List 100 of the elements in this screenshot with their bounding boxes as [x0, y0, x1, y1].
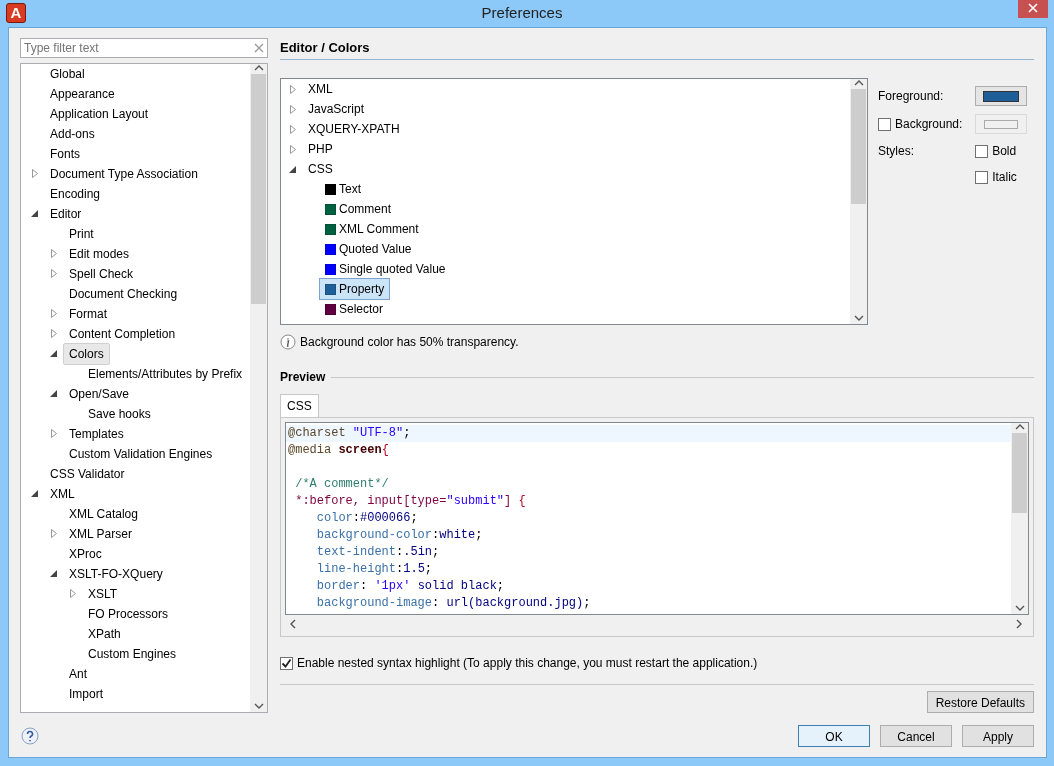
- style-option-label: Bold: [992, 143, 1017, 160]
- collapse-icon[interactable]: [50, 570, 57, 577]
- tree-item[interactable]: Elements/Attributes by Prefix: [82, 362, 249, 385]
- foreground-color-button[interactable]: [975, 86, 1028, 106]
- color-item[interactable]: Quoted Value: [319, 238, 418, 260]
- tree-item[interactable]: Format: [63, 302, 113, 325]
- expand-icon[interactable]: [50, 329, 57, 338]
- color-item[interactable]: Text: [319, 178, 367, 200]
- collapse-icon[interactable]: [50, 350, 57, 357]
- expand-icon[interactable]: [50, 529, 57, 538]
- code-line: /*A comment*/: [294, 476, 390, 493]
- tree-item[interactable]: Ant: [63, 662, 93, 685]
- code-line: border: '1px' solid black;: [315, 578, 506, 595]
- dialog-button[interactable]: OK: [798, 725, 870, 747]
- tree-item[interactable]: Content Completion: [63, 322, 182, 345]
- tree-item[interactable]: Document Type Association: [44, 162, 204, 185]
- checkbox[interactable]: [878, 117, 891, 131]
- checkbox[interactable]: [280, 656, 293, 670]
- close-button[interactable]: [1018, 0, 1048, 19]
- checkbox-label: Enable nested syntax highlight (To apply this change, you must restart the application.): [297, 655, 758, 672]
- color-item[interactable]: Selector: [319, 298, 390, 320]
- color-item[interactable]: Single quoted Value: [319, 258, 452, 280]
- tree-item[interactable]: Spell Check: [63, 262, 140, 285]
- tree-item[interactable]: Colors: [63, 342, 110, 365]
- dialog-button[interactable]: Apply: [962, 725, 1034, 747]
- expand-icon[interactable]: [50, 269, 57, 278]
- expand-icon[interactable]: [69, 589, 76, 598]
- checkbox[interactable]: [975, 170, 989, 184]
- tree-item[interactable]: XSLT: [82, 582, 124, 605]
- tree-item[interactable]: Custom Engines: [82, 642, 183, 665]
- foreground-label: Foreground:: [878, 88, 945, 105]
- tree-item[interactable]: Appearance: [44, 82, 121, 105]
- color-item[interactable]: XML Comment: [319, 218, 425, 240]
- code-line: background-image: url(background.jpg);: [315, 595, 592, 612]
- background-label: Background:: [895, 116, 963, 133]
- tree-item[interactable]: Global: [44, 63, 91, 85]
- tree-item[interactable]: XML Catalog: [63, 502, 144, 525]
- collapse-icon[interactable]: [31, 490, 38, 497]
- tree-item[interactable]: XProc: [63, 542, 108, 565]
- tree-item[interactable]: Editor: [44, 202, 88, 225]
- tree-item[interactable]: Custom Validation Engines: [63, 442, 219, 465]
- tree-item[interactable]: CSS: [302, 158, 339, 180]
- background-color-button[interactable]: [975, 114, 1028, 134]
- tree-item[interactable]: XPath: [82, 622, 127, 645]
- app-logo: A: [6, 3, 26, 24]
- code-line: text-indent:.5in;: [315, 544, 441, 561]
- tree-item[interactable]: Import: [63, 682, 109, 705]
- info-icon: [280, 334, 296, 350]
- clear-icon: [254, 42, 264, 53]
- tree-item[interactable]: CSS Validator: [44, 462, 131, 485]
- expand-icon[interactable]: [31, 169, 38, 178]
- expand-icon[interactable]: [289, 124, 296, 134]
- code-line: color:#000066;: [315, 510, 419, 527]
- code-line: background-color:white;: [315, 527, 484, 544]
- tree-item[interactable]: XML Parser: [63, 522, 138, 545]
- tree-item[interactable]: PHP: [302, 138, 339, 160]
- scrollbar-thumb[interactable]: [251, 73, 266, 304]
- tree-item[interactable]: Document Checking: [63, 282, 184, 305]
- expand-icon[interactable]: [289, 104, 296, 114]
- tree-item[interactable]: JavaScript: [302, 98, 371, 120]
- color-item[interactable]: Property: [319, 278, 391, 300]
- scrollbar-thumb[interactable]: [1012, 433, 1027, 513]
- filter-field[interactable]: Type filter text: [20, 37, 268, 58]
- preview-tab[interactable]: CSS: [280, 394, 319, 417]
- color-item[interactable]: Comment: [319, 198, 397, 220]
- styles-label: Styles:: [878, 143, 915, 160]
- tree-item[interactable]: Print: [63, 222, 100, 245]
- tree-item[interactable]: Templates: [63, 422, 130, 445]
- tree-item[interactable]: Edit modes: [63, 242, 136, 265]
- tree-item[interactable]: Open/Save: [63, 382, 136, 405]
- tree-item[interactable]: XSLT-FO-XQuery: [63, 562, 169, 585]
- collapse-icon[interactable]: [289, 165, 296, 173]
- tree-item[interactable]: Add-ons: [44, 122, 101, 145]
- tree-item[interactable]: XML: [302, 79, 339, 100]
- tree-item[interactable]: XML: [44, 482, 81, 505]
- collapse-icon[interactable]: [31, 210, 38, 217]
- expand-icon[interactable]: [50, 249, 57, 258]
- checkbox[interactable]: [975, 144, 989, 158]
- expand-icon[interactable]: [50, 309, 57, 318]
- tree-item[interactable]: Application Layout: [44, 102, 155, 125]
- tree-item[interactable]: FO Processors: [82, 602, 174, 625]
- help-icon: [21, 727, 39, 745]
- close-icon: [1028, 3, 1038, 14]
- expand-icon[interactable]: [289, 84, 296, 94]
- expand-icon[interactable]: [289, 144, 296, 154]
- tree-item[interactable]: Fonts: [44, 142, 86, 165]
- code-line: line-height:1.5;: [315, 561, 434, 578]
- tree-item[interactable]: Encoding: [44, 182, 107, 205]
- expand-icon[interactable]: [50, 429, 57, 438]
- tree-item[interactable]: XQUERY-XPATH: [302, 118, 406, 140]
- tree-item[interactable]: Save hooks: [82, 402, 157, 425]
- dialog-button[interactable]: Cancel: [880, 725, 952, 747]
- window-title: Preferences: [480, 3, 564, 23]
- collapse-icon[interactable]: [50, 390, 57, 397]
- info-text: Background color has 50% transparency.: [300, 334, 519, 351]
- code-line: @media screen{: [287, 442, 390, 459]
- scrollbar-thumb[interactable]: [851, 89, 866, 204]
- section-heading: Preview: [280, 369, 326, 386]
- restore-defaults-button[interactable]: Restore Defaults: [926, 691, 1034, 713]
- page-title: Editor / Colors: [280, 37, 1034, 60]
